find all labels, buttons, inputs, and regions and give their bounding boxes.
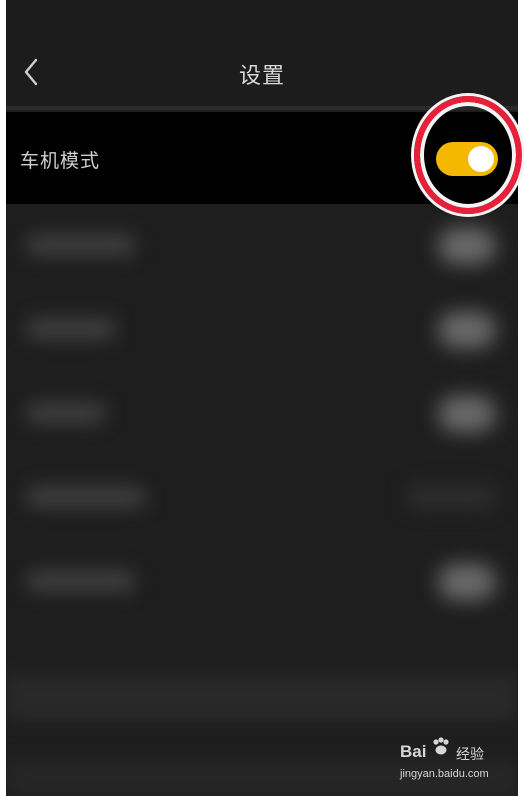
blurred-row [6,204,518,288]
blurred-row [6,372,518,456]
blurred-switch [438,564,496,600]
blurred-row [6,456,518,540]
page-title: 设置 [238,64,285,89]
blurred-row [6,540,518,624]
blurred-row [6,288,518,372]
blurred-footer-band [6,760,518,796]
blurred-value [406,486,496,508]
blurred-label [26,570,136,592]
blurred-footer-band [6,674,518,720]
blurred-label [26,402,106,424]
blurred-label [26,486,146,508]
navigation-bar: 设置 [6,0,518,106]
car-mode-toggle[interactable] [436,142,498,176]
divider [6,106,518,110]
toggle-knob [468,146,494,172]
blurred-label [26,318,116,340]
blurred-switch [438,396,496,432]
phone-screen: 设置 车机模式 [6,0,518,796]
blurred-switch [438,312,496,348]
blurred-label [26,234,136,256]
blurred-switch [438,228,496,264]
car-mode-label: 车机模式 [20,150,101,172]
